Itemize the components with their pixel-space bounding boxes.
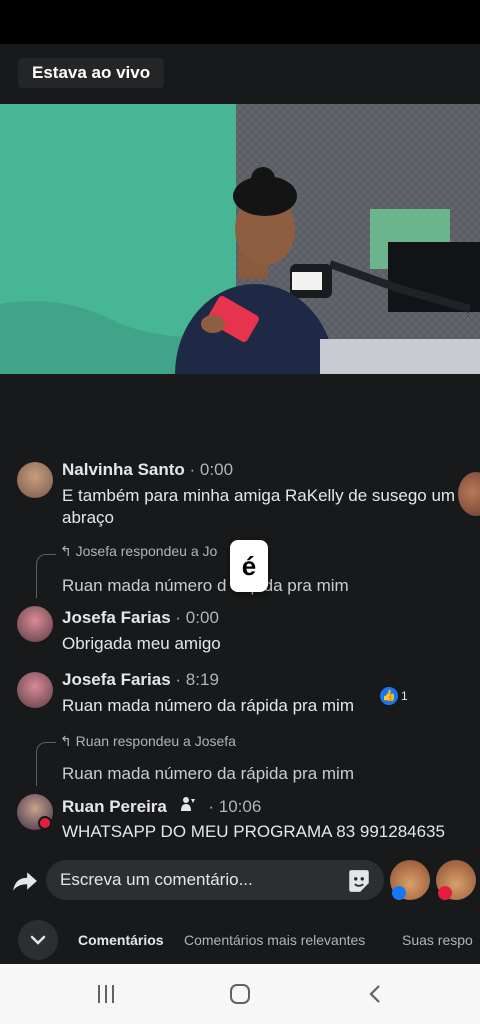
avatar[interactable] <box>17 462 53 498</box>
comment-time: · 0:00 <box>189 460 234 479</box>
like-icon: 👍 <box>380 687 398 705</box>
share-icon[interactable] <box>12 868 38 894</box>
notification-badge <box>38 816 52 830</box>
author-name[interactable]: Nalvinha Santo <box>62 460 185 479</box>
like-reaction-emoji[interactable] <box>390 860 430 900</box>
home-icon[interactable] <box>226 982 254 1006</box>
comment-time: · 8:19 <box>175 670 219 689</box>
reply-label[interactable]: ↰ Josefa respondeu a Jo <box>60 543 217 560</box>
tab-suas-respostas[interactable]: Suas respo <box>402 932 473 948</box>
author-name[interactable]: Josefa Farias <box>62 608 171 627</box>
video-player[interactable] <box>0 104 480 374</box>
author-name[interactable]: Josefa Farias <box>62 670 171 689</box>
reply-thread-line <box>36 554 56 598</box>
recents-icon[interactable] <box>92 982 120 1006</box>
comment-author[interactable]: Ruan Pereira · 10:06 <box>62 796 261 817</box>
reply-quote[interactable]: Ruan mada número d pida pra mim <box>62 576 349 596</box>
sticker-icon[interactable] <box>346 868 372 894</box>
reply-arrow-icon: ↰ <box>60 543 72 559</box>
comment-author[interactable]: Josefa Farias · 8:19 <box>62 670 219 690</box>
back-icon[interactable] <box>362 982 390 1006</box>
avatar[interactable] <box>17 672 53 708</box>
reply-label[interactable]: ↰ Ruan respondeu a Josefa <box>60 733 236 750</box>
comment-author[interactable]: Nalvinha Santo · 0:00 <box>62 460 233 480</box>
reply-label-text: Ruan respondeu a Josefa <box>75 733 236 749</box>
system-nav-bar <box>0 964 480 1024</box>
video-frame <box>0 104 480 374</box>
comment-input[interactable] <box>46 860 384 900</box>
tab-mais-relevantes[interactable]: Comentários mais relevantes <box>184 932 365 948</box>
avatar[interactable] <box>17 606 53 642</box>
reply-quote[interactable]: Ruan mada número da rápida pra mim <box>62 764 354 784</box>
comment-filter-tabs: Comentários Comentários mais relevantes … <box>0 918 480 962</box>
comment-text: WHATSAPP DO MEU PROGRAMA 83 991284635 <box>62 822 445 841</box>
reply-label-text: Josefa respondeu a Jo <box>75 543 218 559</box>
comment-author[interactable]: Josefa Farias · 0:00 <box>62 608 219 628</box>
host-icon <box>180 796 196 817</box>
like-count: 1 <box>401 689 408 703</box>
reply-arrow-icon: ↰ <box>60 733 72 749</box>
collapse-button[interactable] <box>18 920 58 960</box>
live-status-badge: Estava ao vivo <box>18 58 165 88</box>
live-video-app: Estava ao vivo Nalvinha Santo · 0:00 E t… <box>0 44 480 964</box>
chevron-down-icon <box>30 935 46 945</box>
comment-text: E também para minha amiga RaKelly de sus… <box>62 486 456 527</box>
comment-time: · 10:06 <box>208 797 262 816</box>
tab-comentarios[interactable]: Comentários <box>78 932 164 948</box>
reply-quote-text: Ruan mada número d <box>62 576 227 595</box>
reply-thread-line <box>36 742 56 786</box>
status-bar <box>0 0 480 44</box>
comment-text: Obrigada meu amigo <box>62 634 221 653</box>
comment-composer <box>0 858 480 904</box>
comment-time: · 0:00 <box>175 608 219 627</box>
keyboard-key-popup: é <box>230 540 268 592</box>
love-reaction-emoji[interactable] <box>436 860 476 900</box>
author-name[interactable]: Ruan Pereira <box>62 797 167 816</box>
